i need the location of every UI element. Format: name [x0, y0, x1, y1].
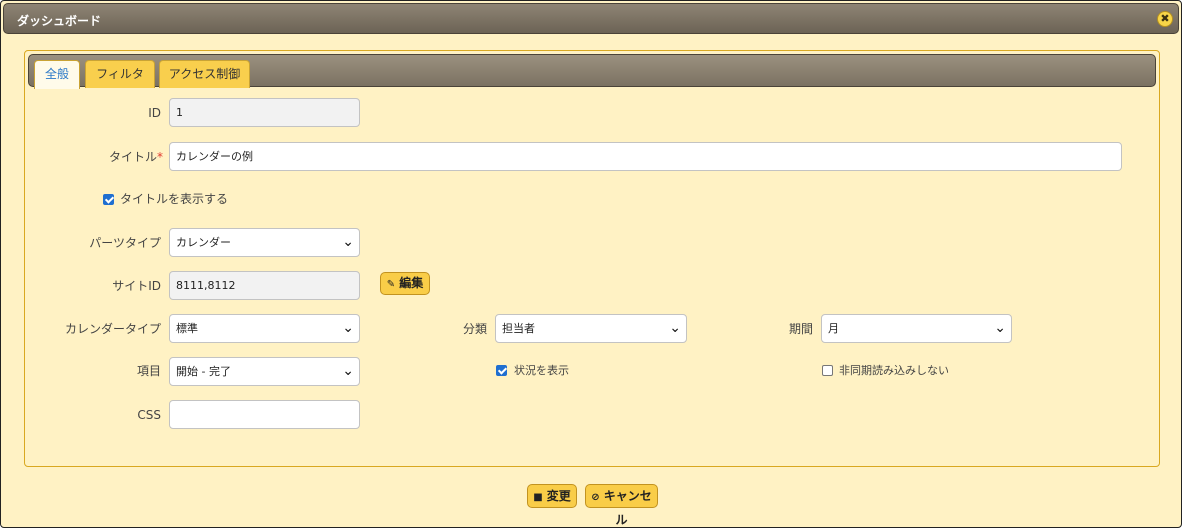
parts-type-label: パーツタイプ: [89, 236, 161, 250]
tab-filter[interactable]: フィルタ: [85, 60, 155, 88]
dialog-title: ダッシュボード: [17, 14, 102, 28]
chevron-down-icon: ⌄: [669, 320, 681, 336]
chevron-down-icon: ⌄: [994, 320, 1006, 336]
group-label: 分類: [462, 322, 487, 336]
cancel-button[interactable]: ⊘ キャンセル: [585, 484, 658, 527]
title-label-text: タイトル: [108, 150, 157, 164]
calendar-type-select[interactable]: 標準 ⌄: [169, 314, 360, 343]
dashboard-dialog: ダッシュボード ✖ 全般 フィルタ アクセス制御 ID 1 タイトル* カレンダ…: [0, 0, 1182, 528]
parts-type-value: カレンダー: [176, 236, 231, 249]
pencil-icon: ✎: [386, 279, 396, 290]
period-value: 月: [828, 322, 839, 335]
period-label: 期間: [788, 322, 813, 336]
edit-site-label: 編集: [399, 276, 424, 290]
save-icon: ■: [533, 492, 543, 503]
group-value: 担当者: [502, 322, 535, 335]
close-icon[interactable]: ✖: [1157, 11, 1173, 27]
show-title-label: タイトルを表示する: [120, 192, 229, 206]
tab-access-control[interactable]: アクセス制御: [159, 60, 250, 88]
change-button[interactable]: ■ 変更: [527, 484, 577, 508]
id-field: 1: [169, 98, 360, 127]
calendar-type-label: カレンダータイプ: [64, 322, 161, 336]
item-label: 項目: [136, 364, 161, 378]
change-button-label: 変更: [546, 489, 571, 503]
item-select[interactable]: 開始 - 完了 ⌄: [169, 357, 360, 386]
css-input[interactable]: [169, 400, 360, 429]
dialog-titlebar[interactable]: ダッシュボード ✖: [3, 3, 1179, 34]
title-input[interactable]: カレンダーの例: [169, 142, 1122, 171]
no-async-checkbox[interactable]: [822, 365, 833, 376]
cancel-icon: ⊘: [591, 492, 600, 503]
cancel-button-label: キャンセル: [603, 489, 652, 527]
show-title-checkbox[interactable]: [103, 194, 114, 205]
title-label: タイトル*: [41, 149, 163, 165]
group-select[interactable]: 担当者 ⌄: [495, 314, 687, 343]
period-select[interactable]: 月 ⌄: [821, 314, 1012, 343]
show-status-label: 状況を表示: [514, 364, 569, 377]
chevron-down-icon: ⌄: [342, 234, 354, 250]
show-status-checkbox[interactable]: [496, 365, 507, 376]
chevron-down-icon: ⌄: [342, 363, 354, 379]
tab-general[interactable]: 全般: [34, 60, 80, 89]
calendar-type-value: 標準: [176, 322, 198, 335]
no-async-label: 非同期読み込みしない: [839, 364, 949, 377]
parts-type-select[interactable]: カレンダー ⌄: [169, 228, 360, 257]
site-id-field: 8111,8112: [169, 271, 360, 300]
edit-site-button[interactable]: ✎ 編集: [380, 272, 430, 295]
tab-bar: 全般 フィルタ アクセス制御: [28, 54, 1156, 89]
id-label: ID: [148, 106, 161, 120]
item-value: 開始 - 完了: [176, 365, 231, 378]
required-mark: *: [157, 150, 163, 164]
site-id-label: サイトID: [112, 279, 161, 293]
css-label: CSS: [137, 408, 161, 422]
chevron-down-icon: ⌄: [342, 320, 354, 336]
